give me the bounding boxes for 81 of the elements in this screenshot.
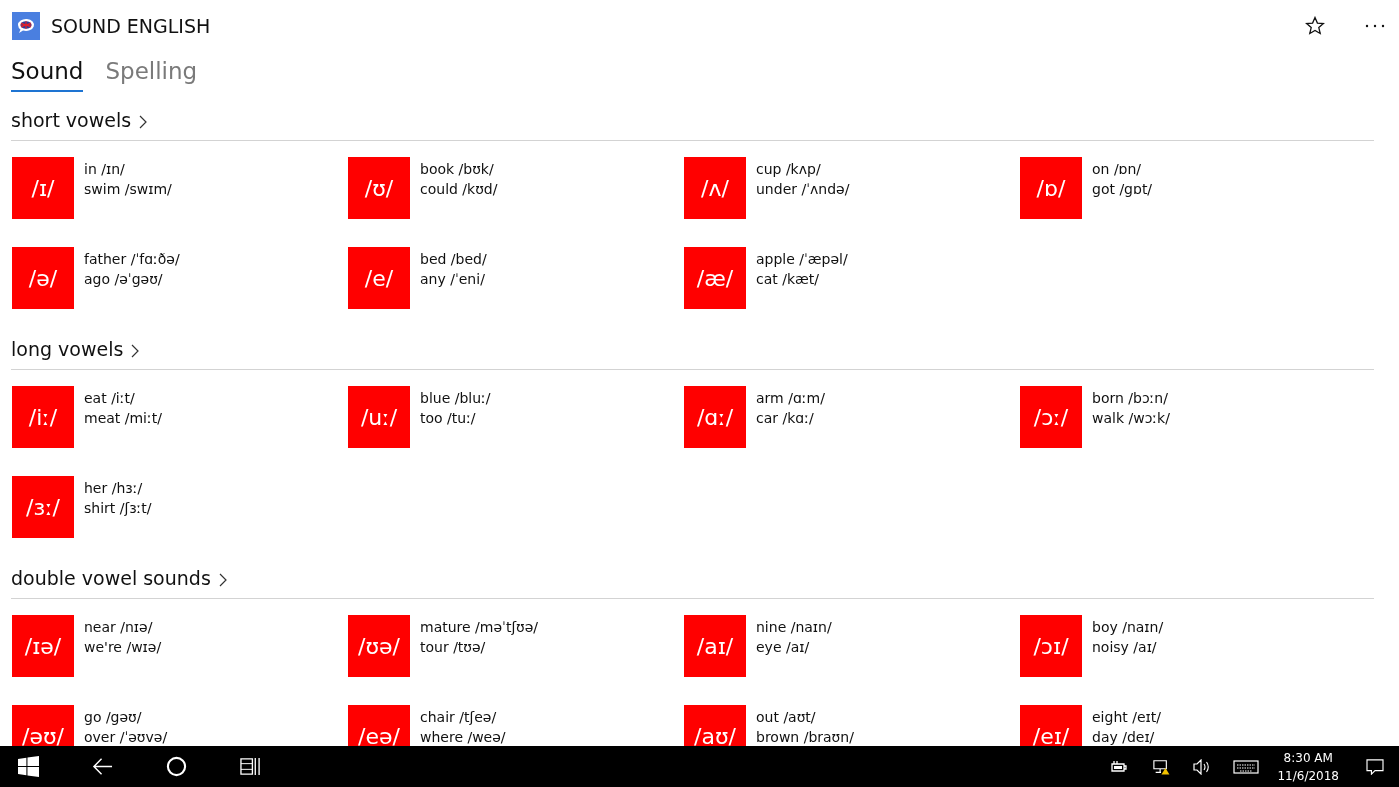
- example-word: eat /iːt/: [84, 389, 136, 408]
- example-word: go /gəʊ/: [84, 708, 143, 727]
- tab[interactable]: Sound: [11, 52, 84, 92]
- example-word: mature /məˈtʃʊə/: [420, 618, 539, 637]
- example-word: meat /miːt/: [84, 409, 162, 428]
- sound-tile[interactable]: /aɪ/: [684, 615, 746, 677]
- clock-date[interactable]: 11/6/2018: [1277, 766, 1339, 785]
- favorite-star-icon[interactable]: [1305, 16, 1325, 36]
- chevron-icon[interactable]: [139, 114, 148, 129]
- example-word: her /hɜː/: [84, 479, 144, 498]
- more-icon[interactable]: [1365, 24, 1385, 28]
- example-word: swim /swɪm/: [84, 180, 172, 199]
- app-logo-icon: [12, 12, 40, 40]
- windows-start-icon[interactable]: [18, 756, 39, 777]
- sound-tile[interactable]: /ɑː/: [684, 386, 746, 448]
- sound-tile[interactable]: /ə/: [12, 247, 74, 309]
- sound-tile[interactable]: /eə/: [348, 705, 410, 746]
- example-word: book /bʊk/: [420, 160, 495, 179]
- example-word: apple /ˈæpəl/: [756, 250, 848, 269]
- sound-tile[interactable]: /æ/: [684, 247, 746, 309]
- sound-tile[interactable]: /ɔː/: [1020, 386, 1082, 448]
- sound-tile[interactable]: /ɔɪ/: [1020, 615, 1082, 677]
- example-word: ago /əˈgəʊ/: [84, 270, 164, 289]
- task-view-icon[interactable]: [240, 756, 261, 777]
- example-word: brown /braʊn/: [756, 728, 854, 746]
- example-word: too /tuː/: [420, 409, 477, 428]
- example-word: near /nɪə/: [84, 618, 154, 637]
- example-word: in /ɪn/: [84, 160, 126, 179]
- example-word: cup /kʌp/: [756, 160, 822, 179]
- example-word: chair /tʃeə/: [420, 708, 498, 727]
- search-circle-icon[interactable]: [166, 756, 187, 777]
- back-arrow-icon[interactable]: [92, 756, 113, 777]
- sound-tile[interactable]: /aʊ/: [684, 705, 746, 746]
- chevron-icon[interactable]: [131, 343, 140, 358]
- example-word: nine /naɪn/: [756, 618, 832, 637]
- example-word: day /deɪ/: [1092, 728, 1156, 746]
- sound-tile[interactable]: /ɪ/: [12, 157, 74, 219]
- example-word: shirt /ʃɜːt/: [84, 499, 152, 518]
- example-word: car /kɑː/: [756, 409, 815, 428]
- example-word: over /ˈəʊvə/: [84, 728, 168, 746]
- tab[interactable]: Spelling: [105, 52, 198, 92]
- sound-tile[interactable]: /əʊ/: [12, 705, 74, 746]
- example-word: father /ˈfɑːðə/: [84, 250, 180, 269]
- app-title: SOUND ENGLISH: [51, 15, 211, 37]
- section-heading[interactable]: short vowels: [11, 109, 132, 131]
- sound-tile[interactable]: /eɪ/: [1020, 705, 1082, 746]
- example-word: we're /wɪə/: [84, 638, 162, 657]
- example-word: eye /aɪ/: [756, 638, 811, 657]
- example-word: blue /bluː/: [420, 389, 491, 408]
- example-word: bed /bed/: [420, 250, 487, 269]
- example-word: any /ˈeni/: [420, 270, 486, 289]
- sound-tile[interactable]: /uː/: [348, 386, 410, 448]
- sound-tile[interactable]: /ɒ/: [1020, 157, 1082, 219]
- example-word: got /gɒt/: [1092, 180, 1153, 199]
- example-word: eight /eɪt/: [1092, 708, 1161, 727]
- sound-tile[interactable]: /e/: [348, 247, 410, 309]
- example-word: on /ɒn/: [1092, 160, 1143, 179]
- example-word: noisy /aɪ/: [1092, 638, 1158, 657]
- chevron-icon[interactable]: [218, 572, 227, 587]
- example-word: under /ˈʌndə/: [756, 180, 850, 199]
- example-word: arm /ɑːm/: [756, 389, 825, 408]
- section-heading[interactable]: long vowels: [11, 338, 124, 360]
- sound-tile[interactable]: /ɜː/: [12, 476, 74, 538]
- sound-tile[interactable]: /ʌ/: [684, 157, 746, 219]
- example-word: could /kʊd/: [420, 180, 498, 199]
- section-heading[interactable]: double vowel sounds: [11, 567, 211, 589]
- example-word: cat /kæt/: [756, 270, 820, 289]
- example-word: born /bɔːn/: [1092, 389, 1169, 408]
- notification-icon[interactable]: [1365, 758, 1385, 775]
- keyboard-icon[interactable]: [1233, 758, 1260, 775]
- example-word: boy /naɪn/: [1092, 618, 1164, 637]
- sound-tile[interactable]: /ʊə/: [348, 615, 410, 677]
- network-warning-icon[interactable]: [1151, 758, 1172, 775]
- example-word: walk /wɔːk/: [1092, 409, 1170, 428]
- sound-tile[interactable]: /iː/: [12, 386, 74, 448]
- clock-time[interactable]: 8:30 AM: [1283, 748, 1333, 767]
- example-word: where /weə/: [420, 728, 506, 746]
- example-word: tour /tʊə/: [420, 638, 487, 657]
- sound-tile[interactable]: /ʊ/: [348, 157, 410, 219]
- example-word: out /aʊt/: [756, 708, 817, 727]
- sound-tile[interactable]: /ɪə/: [12, 615, 74, 677]
